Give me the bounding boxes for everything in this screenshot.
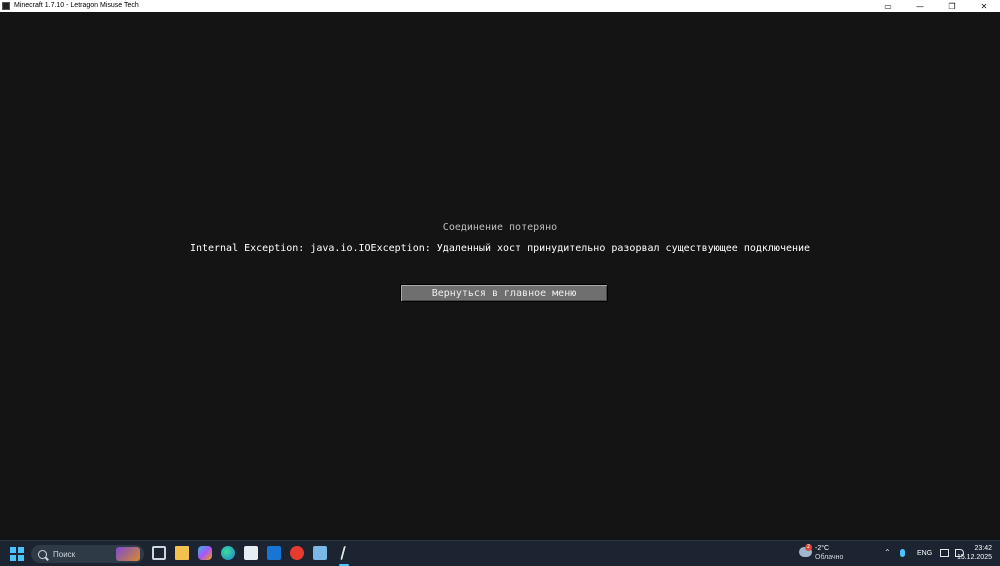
minimize-button[interactable]: — <box>904 0 936 12</box>
window-title: Minecraft 1.7.10 - Letragon Misuse Tech <box>14 2 139 9</box>
minecraft-app-icon <box>2 2 10 10</box>
outlook-icon[interactable] <box>267 546 281 560</box>
copilot-icon[interactable] <box>198 546 212 560</box>
yandex-browser-icon[interactable] <box>290 546 304 560</box>
edge-icon[interactable] <box>221 546 235 560</box>
windows-logo-tile <box>10 555 16 561</box>
search-placeholder: Поиск <box>53 549 76 559</box>
task-view-icon[interactable] <box>152 546 166 560</box>
disconnected-screen: Соединение потеряно Internal Exception: … <box>0 12 1000 540</box>
mail-icon[interactable] <box>313 546 327 560</box>
back-to-main-menu-button[interactable]: Вернуться в главное меню <box>400 284 608 302</box>
restore-button[interactable]: ❐ <box>936 0 968 12</box>
taskbar: Поиск 2 -2°C Облачно ⌃ ENG 23:42 15.12.2… <box>0 540 1000 566</box>
window-title-bar: Minecraft 1.7.10 - Letragon Misuse Tech … <box>0 0 1000 12</box>
weather-temperature[interactable]: -2°C <box>815 545 829 552</box>
windows-logo-tile <box>18 555 24 561</box>
clock-date[interactable]: 15.12.2025 <box>957 554 992 561</box>
exception-message: Internal Exception: java.io.IOException:… <box>189 243 811 254</box>
search-icon <box>38 549 47 559</box>
weather-condition[interactable]: Облачно <box>815 554 843 561</box>
windows-logo-tile <box>18 547 24 553</box>
capture-button[interactable]: ▭ <box>872 0 904 12</box>
connection-lost-heading: Соединение потеряно <box>442 222 558 233</box>
network-icon[interactable] <box>940 549 949 557</box>
window-controls: ▭ — ❐ ✕ <box>872 0 1000 12</box>
taskbar-search[interactable]: Поиск <box>31 545 144 563</box>
clock-time[interactable]: 23:42 <box>974 545 992 552</box>
file-explorer-icon[interactable] <box>175 546 189 560</box>
chevron-up-icon[interactable]: ⌃ <box>884 548 891 557</box>
microsoft-store-icon[interactable] <box>244 546 258 560</box>
back-to-main-menu-label: Вернуться в главное меню <box>431 287 577 299</box>
search-highlight-icon <box>116 547 140 561</box>
minecraft-launcher-icon[interactable] <box>340 546 350 560</box>
start-button[interactable] <box>10 547 24 561</box>
microphone-icon[interactable] <box>900 549 905 557</box>
close-button[interactable]: ✕ <box>968 0 1000 12</box>
weather-notification-badge: 2 <box>805 544 812 551</box>
input-language[interactable]: ENG <box>917 550 932 557</box>
windows-logo-icon <box>10 547 16 553</box>
